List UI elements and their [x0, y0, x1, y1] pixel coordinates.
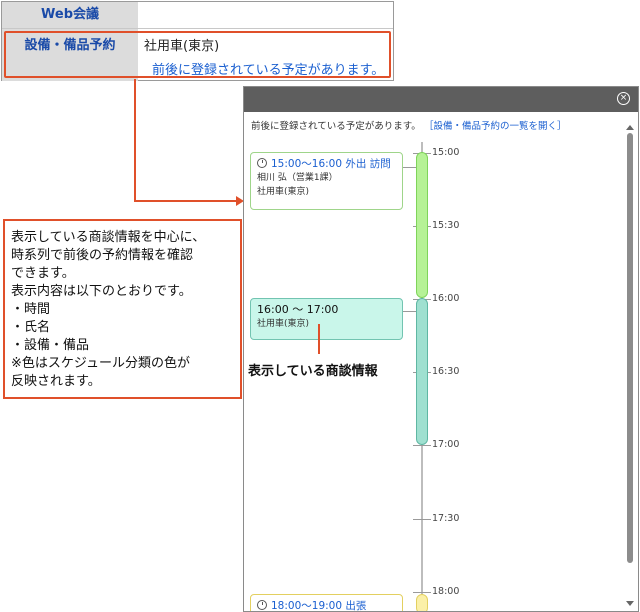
- tick-label: 17:30: [432, 513, 460, 524]
- event-equipment: 社用車(東京): [257, 187, 310, 197]
- schedule-popup: × 前後に登録されている予定があります。 ［設備・備品予約の一覧を開く］ 15:0…: [243, 86, 639, 612]
- close-icon[interactable]: ×: [617, 92, 630, 105]
- tick-label: 16:00: [432, 293, 460, 304]
- explanation-line: ※色はスケジュール分類の色が: [11, 356, 190, 371]
- timeline-tick: [413, 592, 431, 593]
- event-person: 相川 弘（営業1課）: [257, 173, 338, 183]
- explanation-line: ・時間: [11, 302, 51, 317]
- popup-message-text: 前後に登録されている予定があります。: [251, 121, 421, 132]
- explanation-line: できます。: [11, 266, 75, 281]
- tick-label: 15:00: [432, 147, 460, 158]
- timeline-tick: [413, 519, 431, 520]
- event-card[interactable]: 15:00〜16:00 外出 訪問 相川 弘（営業1課） 社用車(東京): [250, 152, 403, 210]
- explanation-line: 表示内容は以下のとおりです。: [11, 284, 192, 299]
- current-event-equipment: 社用車(東京): [257, 319, 310, 329]
- explanation-line: ・氏名: [11, 320, 51, 335]
- web-meeting-row: Web会議: [2, 2, 393, 29]
- explanation-line: 表示している商談情報を中心に、: [11, 230, 206, 245]
- event-bar-teal[interactable]: [416, 298, 428, 445]
- timeline-tick: [413, 445, 431, 446]
- event-card[interactable]: 18:00〜19:00 出張: [250, 594, 403, 611]
- explanation-line: 時系列で前後の予約情報を確認: [11, 248, 194, 263]
- clock-icon: [257, 600, 267, 610]
- current-event-time: 16:00 〜 17:00: [257, 303, 339, 316]
- popup-header: ×: [244, 87, 638, 112]
- equipment-highlight-frame: [4, 31, 391, 78]
- event-time-link[interactable]: 15:00〜16:00 外出 訪問: [271, 158, 391, 170]
- connector-line-vertical: [134, 79, 136, 201]
- scroll-up-icon[interactable]: [626, 125, 634, 130]
- web-meeting-label: Web会議: [2, 2, 138, 28]
- current-event-card: 16:00 〜 17:00 社用車(東京): [250, 298, 403, 340]
- connector-line-horizontal: [134, 200, 237, 202]
- scroll-thumb[interactable]: [627, 133, 633, 563]
- tick-label: 15:30: [432, 220, 460, 231]
- event-bar-green[interactable]: [416, 152, 428, 298]
- explanation-box: 表示している商談情報を中心に、 時系列で前後の予約情報を確認 できます。 表示内…: [3, 219, 242, 399]
- scrollbar[interactable]: [626, 125, 634, 611]
- tick-label: 17:00: [432, 439, 460, 450]
- tick-label: 18:00: [432, 586, 460, 597]
- popup-message: 前後に登録されている予定があります。 ［設備・備品予約の一覧を開く］: [251, 118, 567, 132]
- clock-icon: [257, 158, 267, 168]
- open-equipment-list-link[interactable]: ［設備・備品予約の一覧を開く］: [429, 121, 567, 132]
- explanation-line: ・設備・備品: [11, 338, 90, 353]
- event-bar-yellow[interactable]: [416, 594, 428, 611]
- annotation-label: 表示している商談情報: [248, 364, 378, 379]
- scroll-down-icon[interactable]: [626, 601, 634, 606]
- tick-label: 16:30: [432, 366, 460, 377]
- annotation-pointer: [318, 324, 320, 354]
- card-connector: [403, 311, 416, 312]
- explanation-line: 反映されます。: [11, 374, 101, 389]
- event-time-link[interactable]: 18:00〜19:00 出張: [271, 600, 366, 611]
- card-connector: [403, 167, 416, 168]
